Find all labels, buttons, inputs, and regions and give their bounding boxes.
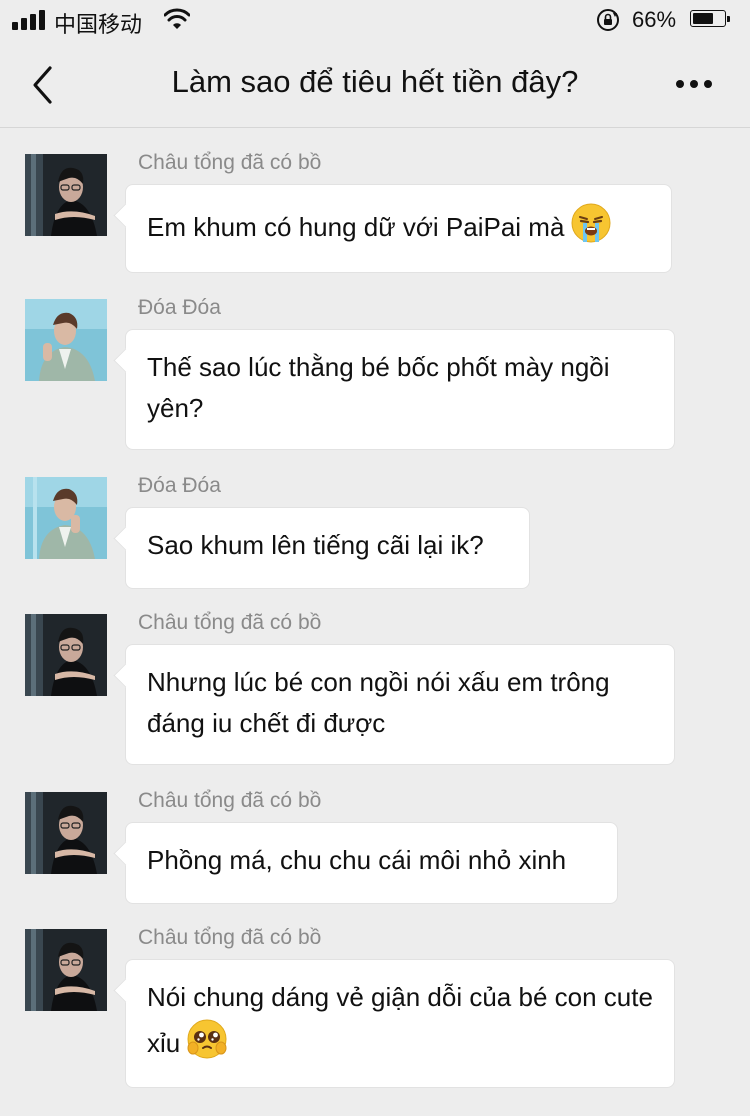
sender-name: Châu tổng đã có bồ <box>138 611 322 634</box>
sender-name: Châu tổng đã có bồ <box>138 926 322 949</box>
message-bubble[interactable]: Nói chung dáng vẻ giận dỗi của bé con cu… <box>125 959 675 1088</box>
crying-face-emoji <box>570 202 612 256</box>
message-text: Thế sao lúc thằng bé bốc phốt mày ngồi y… <box>147 352 610 423</box>
battery-icon <box>690 10 732 29</box>
sender-name: Châu tổng đã có bồ <box>138 789 322 812</box>
message-text: Em khum có hung dữ với PaiPai mà <box>147 211 565 242</box>
message-bubble[interactable]: Nhưng lúc bé con ngồi nói xấu em trông đ… <box>125 644 675 765</box>
avatar[interactable] <box>25 792 107 874</box>
avatar[interactable] <box>25 614 107 696</box>
rotation-lock-icon <box>596 8 620 37</box>
chevron-left-icon[interactable] <box>28 64 60 106</box>
message-text: Phồng má, chu chu cái môi nhỏ xinh <box>147 845 567 875</box>
status-bar: 中国移动 66% <box>0 0 750 42</box>
avatar[interactable] <box>25 299 107 381</box>
message-bubble[interactable]: Phồng má, chu chu cái môi nhỏ xinh <box>125 822 618 904</box>
message-text: Sao khum lên tiếng cãi lại ik? <box>147 530 484 560</box>
message-bubble[interactable]: Em khum có hung dữ với PaiPai mà <box>125 184 672 273</box>
message-text: Nhưng lúc bé con ngồi nói xấu em trông đ… <box>147 667 610 738</box>
avatar[interactable] <box>25 929 107 1011</box>
battery-percent: 66% <box>632 7 677 32</box>
signal-icon <box>12 10 46 30</box>
nav-bar: Làm sao để tiêu hết tiền đây? <box>0 42 750 128</box>
more-dots-icon[interactable] <box>672 74 716 94</box>
message-bubble[interactable]: Thế sao lúc thằng bé bốc phốt mày ngồi y… <box>125 329 675 450</box>
message-bubble[interactable]: Sao khum lên tiếng cãi lại ik? <box>125 507 530 589</box>
avatar[interactable] <box>25 154 107 236</box>
chat-title: Làm sao để tiêu hết tiền đây? <box>171 64 579 99</box>
sender-name: Đóa Đóa <box>138 296 221 319</box>
pleading-face-emoji <box>186 1018 228 1072</box>
avatar[interactable] <box>25 477 107 559</box>
carrier-label: 中国移动 <box>54 12 143 37</box>
sender-name: Đóa Đóa <box>138 474 221 497</box>
wifi-icon <box>163 8 191 35</box>
sender-name: Châu tổng đã có bồ <box>138 151 322 174</box>
